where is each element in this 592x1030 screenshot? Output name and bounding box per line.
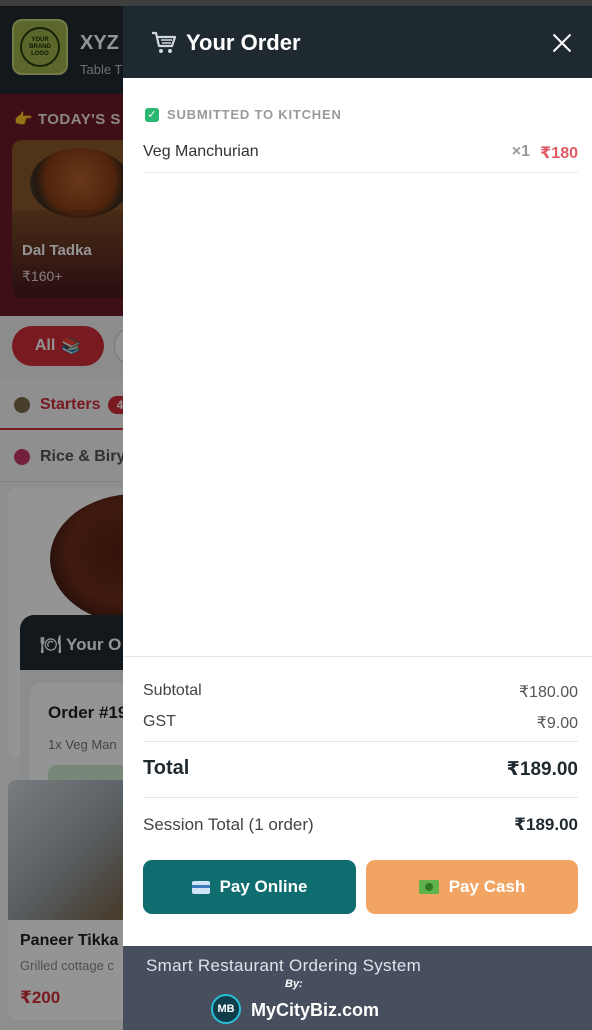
cash-icon (418, 880, 439, 894)
session-total-value: ₹189.00 (514, 815, 578, 834)
submitted-section-header: ✓ SUBMITTED TO KITCHEN (145, 107, 342, 122)
order-item-name: Veg Manchurian (143, 143, 259, 160)
credit-card-icon (191, 880, 210, 894)
order-item-row: Veg Manchurian ×1 ₹180 (143, 132, 578, 173)
check-icon: ✓ (145, 107, 159, 122)
drawer-title: Your Order (186, 30, 301, 55)
total-row: Total ₹189.00 (143, 741, 578, 798)
gst-value: ₹9.00 (536, 715, 578, 732)
credit-tagline: Smart Restaurant Ordering System (146, 956, 422, 975)
order-drawer: Your Order ✓ SUBMITTED TO KITCHEN Veg Ma… (123, 6, 592, 1030)
total-value: ₹189.00 (506, 759, 578, 780)
section-label: SUBMITTED TO KITCHEN (167, 107, 342, 122)
order-item-price: ₹180 (540, 145, 578, 162)
order-item-qty: ×1 (511, 143, 530, 160)
subtotal-row: Subtotal ₹180.00 (143, 682, 578, 701)
drawer-header: Your Order (123, 6, 592, 78)
session-total-row: Session Total (1 order) ₹189.00 (143, 815, 578, 835)
mycitybiz-logo: MB (211, 994, 241, 1024)
pay-cash-label: Pay Cash (448, 877, 526, 896)
cart-icon (152, 31, 177, 53)
credit-by: By: (285, 978, 303, 990)
credit-brand-link[interactable]: MyCityBiz.com (251, 1000, 379, 1021)
close-icon[interactable] (547, 28, 577, 58)
pay-online-label: Pay Online (219, 877, 308, 896)
subtotal-value: ₹180.00 (518, 684, 578, 701)
gst-label: GST (143, 713, 176, 730)
pay-online-button[interactable]: Pay Online (143, 860, 356, 914)
subtotal-label: Subtotal (143, 682, 202, 699)
credit-footer: Smart Restaurant Ordering System By: MB … (123, 946, 592, 1030)
pay-cash-button[interactable]: Pay Cash (366, 860, 578, 914)
session-total-label: Session Total (1 order) (143, 815, 314, 834)
total-label: Total (143, 757, 190, 779)
gst-row: GST ₹9.00 (143, 713, 578, 732)
